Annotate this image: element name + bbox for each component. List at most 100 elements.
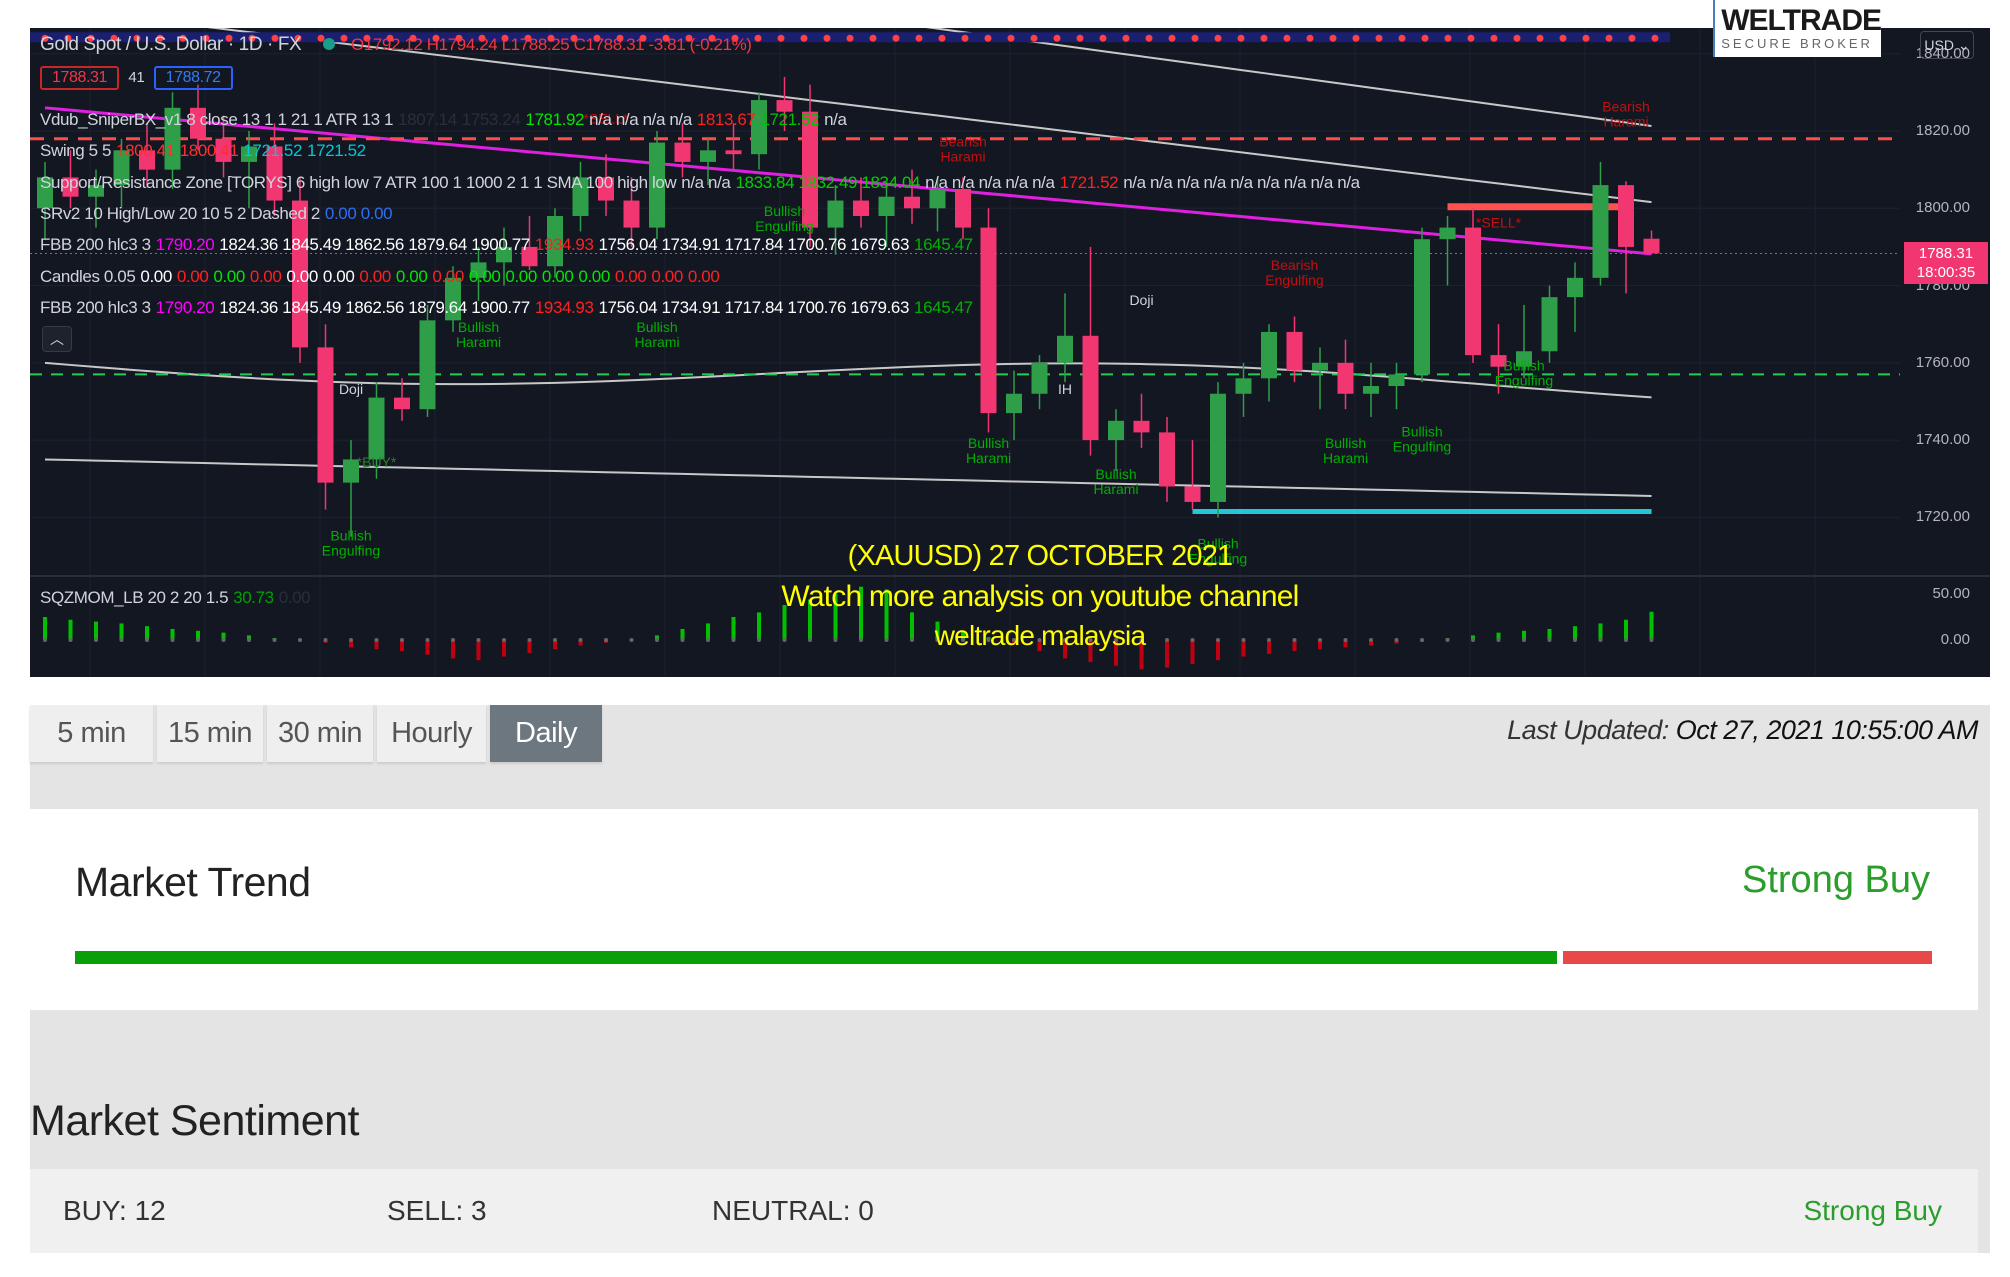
stop-dot — [1214, 34, 1222, 42]
pattern-label: Bullish — [1401, 423, 1442, 439]
bullish-candle — [1108, 420, 1124, 441]
squeeze-dot — [655, 638, 659, 642]
squeeze-dot — [1547, 638, 1552, 642]
price-chart[interactable]: Doji Bullish Engulfing *BUY* Bullish Harami Bu… — [30, 28, 1990, 677]
currency-button[interactable]: USD ⌄ — [1920, 31, 1974, 59]
spread: 41 — [128, 69, 145, 86]
legend-value: 1721.52 — [243, 141, 303, 161]
tab-30-min[interactable]: 30 min — [267, 705, 373, 762]
squeeze-dot — [1420, 638, 1424, 642]
pattern-label: Engulfing — [1265, 272, 1323, 288]
price-tick-label: 1720.00 — [1915, 508, 1970, 526]
market-status-dot — [322, 38, 335, 50]
indicator-legend-candles[interactable]: Candles 0.05 0.00 0.00 0.00 0.00 0.00 0.00 0.00… — [40, 267, 724, 287]
market-trend-title: Market Trend — [75, 859, 311, 905]
legend-value: 0.00 — [322, 266, 355, 286]
squeeze-dot — [476, 638, 481, 642]
stop-dot — [1605, 34, 1613, 42]
pattern-label: Bearish — [939, 133, 986, 149]
stop-dot — [1628, 34, 1636, 42]
market-trend-card: Market Trend Strong Buy — [30, 809, 1978, 1010]
squeeze-dot — [374, 638, 379, 642]
collapse-legend-button[interactable]: ︿ — [42, 326, 72, 352]
legend-value: 1721.52 — [1059, 172, 1119, 192]
indicator-legend-swing[interactable]: Swing 5 5 1800.41 1800.41 1721.52 1721.52 — [40, 141, 371, 161]
pattern-label: Engulfing — [755, 218, 813, 234]
bullish-candle — [1057, 335, 1073, 363]
legend-value: 0.00 — [651, 266, 683, 286]
bullish-candle — [1567, 277, 1583, 298]
squeeze-dot — [1624, 638, 1628, 642]
momentum-bar — [502, 640, 506, 657]
indicator-legend-fbb[interactable]: FBB 200 hlc3 3 1790.20 1824.36 1845.49 186… — [40, 235, 978, 255]
stop-dot — [777, 34, 785, 42]
stop-dot — [1352, 34, 1360, 42]
sell-price-button[interactable]: 1788.31 — [40, 66, 120, 90]
bullish-candle — [1210, 393, 1226, 502]
legend-value: n/a — [824, 110, 847, 129]
indicator-legend-support-resistance-zone[interactable]: Support/Resistance Zone [TORYS] 6 high l… — [40, 173, 1365, 193]
momentum-bar — [451, 640, 455, 659]
last-price-tag: 1788.31 18:00:35 — [1904, 242, 1988, 284]
bullish-candle — [1592, 185, 1609, 278]
sentiment-signal: Strong Buy — [1803, 1195, 1942, 1226]
pattern-label: Engulfing — [322, 543, 380, 559]
stop-dot — [1191, 34, 1199, 42]
legend-value: 1756.04 1734.91 1717.84 1700.76 1679.63 — [598, 235, 910, 255]
stop-dot — [1168, 34, 1176, 42]
market-trend-signal: Strong Buy — [1742, 859, 1930, 901]
neutral-count: NEUTRAL: 0 — [712, 1195, 874, 1226]
squeeze-dot — [1496, 638, 1501, 642]
logo-brand: WELTRADE — [1721, 4, 1882, 37]
bearish-candle — [674, 142, 691, 162]
pattern-label: Bullish — [330, 528, 371, 544]
bullish-candle — [878, 196, 895, 217]
price-tick-label: 1820.00 — [1915, 122, 1970, 139]
legend-value: 0.00 — [541, 266, 574, 286]
squeeze-dot — [1649, 638, 1654, 642]
legend-value: 1800.41 — [116, 141, 175, 161]
indicator-legend-srv2[interactable]: SRv2 10 High/Low 20 10 5 2 Dashed 2 0.00 … — [40, 204, 397, 224]
pattern-label: Bullish — [1095, 466, 1136, 482]
stop-dot — [1329, 34, 1337, 42]
pattern-label: Bullish — [1325, 435, 1366, 451]
tab-15-min[interactable]: 15 min — [157, 705, 263, 762]
legend-value: 0.00 — [213, 266, 245, 286]
stop-dot — [869, 34, 877, 42]
stop-dot — [892, 34, 900, 42]
pattern-label: IH — [1058, 381, 1072, 397]
bullish-candle — [1439, 227, 1456, 240]
bearish-candle — [853, 200, 869, 217]
legend-value: 1790.20 — [155, 297, 215, 317]
stop-dot — [1260, 34, 1268, 42]
legend-value: 1781.92 — [525, 110, 585, 129]
legend-value: 0.00 — [687, 266, 720, 286]
stop-dot — [800, 34, 808, 42]
tab-hourly[interactable]: Hourly — [377, 705, 486, 762]
last-updated: Last Updated: Oct 27, 2021 10:55:00 AM — [1507, 715, 1978, 746]
buy-price-button[interactable]: 1788.72 — [153, 66, 233, 90]
price-tick-label: 1740.00 — [1915, 431, 1970, 449]
pattern-label: Harami — [1093, 481, 1138, 497]
indicator-legend-fbb-2[interactable]: FBB 200 hlc3 3 1790.20 1824.36 1845.49 186… — [40, 298, 978, 318]
legend-value: n/a n/a n/a n/a n/a — [925, 172, 1055, 192]
bearish-candle — [955, 188, 971, 228]
stop-dot — [1122, 34, 1130, 42]
squeeze-dot — [119, 638, 124, 642]
legend-value: Support/Resistance Zone [TORYS] 6 high l… — [40, 172, 677, 192]
pattern-label: Bearish — [1271, 257, 1318, 273]
legend-value: 0.00 — [505, 266, 537, 286]
pattern-label: Harami — [456, 334, 501, 350]
tab-daily[interactable]: Daily — [490, 705, 602, 762]
bullish-candle — [827, 200, 844, 228]
momentum-bar — [425, 640, 430, 655]
tab-5-min[interactable]: 5 min — [30, 705, 153, 762]
momentum-legend: SQZMOM_LB 20 2 20 1.5 30.73 0.00 — [40, 588, 315, 608]
squeeze-dot — [604, 638, 608, 642]
pattern-label: Bearish — [1602, 99, 1649, 115]
timeframe-tabs: 5 min 15 min 30 min Hourly Daily — [30, 705, 602, 762]
legend-value: FBB 200 hlc3 3 — [40, 297, 151, 317]
pattern-label: *BUY* — [357, 454, 397, 470]
indicator-legend-vdub-sniper[interactable]: Vdub_SniperBX_v1 8 close 13 1 1 21 1 ATR… — [40, 110, 852, 130]
bullish-candle — [1235, 378, 1252, 394]
